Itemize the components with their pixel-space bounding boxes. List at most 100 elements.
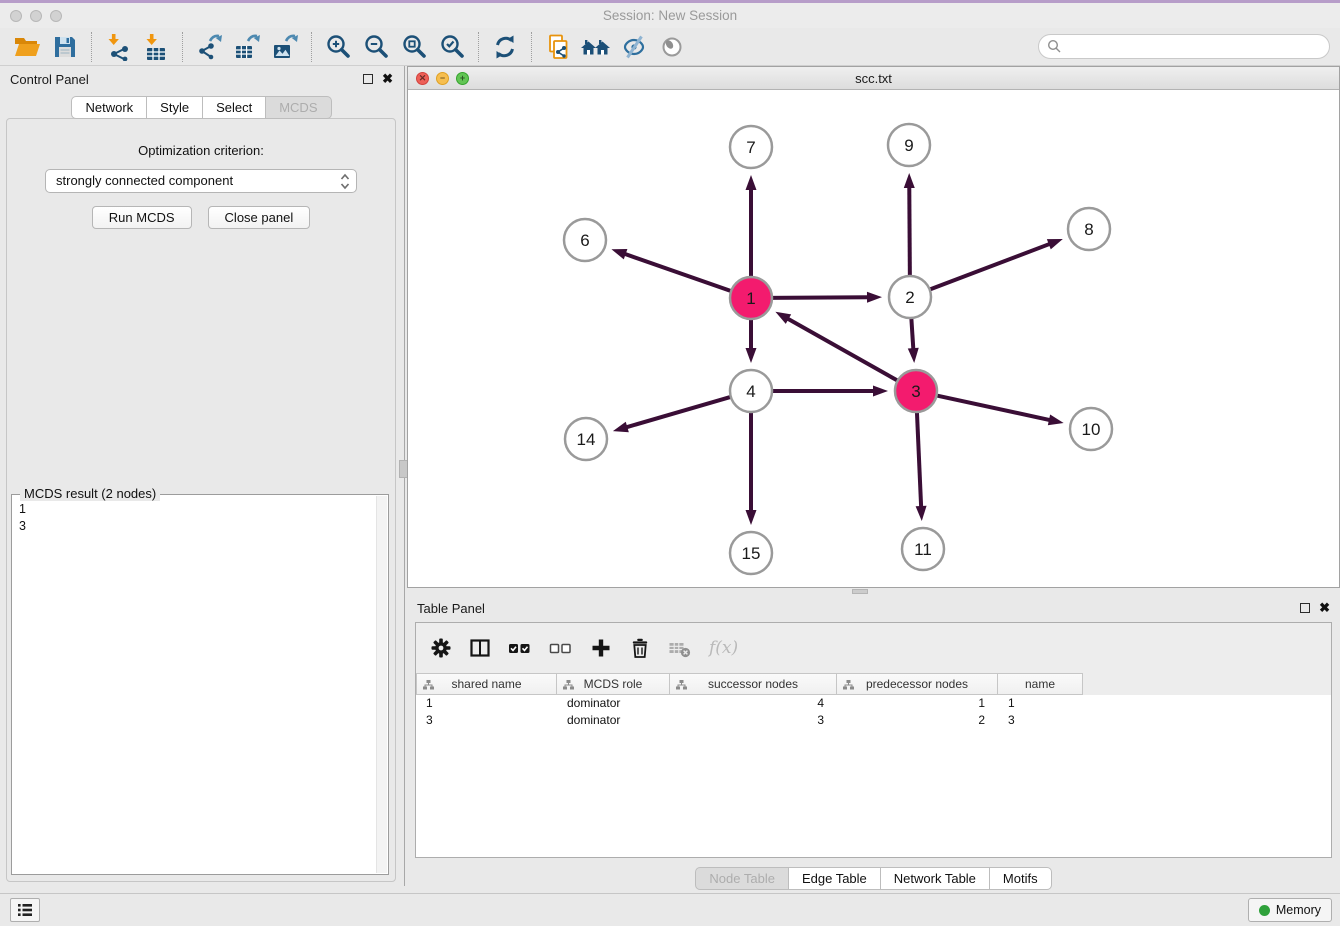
- node-table-header: shared nameMCDS rolesuccessor nodesprede…: [416, 673, 1331, 695]
- home-icon[interactable]: [580, 31, 612, 63]
- toggle-column-panel-icon[interactable]: [469, 637, 491, 659]
- network-view-window: ✕ − + scc.txt 7968124314101511: [407, 66, 1340, 588]
- graph-edge-3-10[interactable]: [935, 395, 1051, 420]
- search-field[interactable]: [1038, 34, 1330, 59]
- table-cell: 1: [837, 696, 998, 710]
- table-panel-header: Table Panel ✖: [407, 595, 1340, 621]
- tab-select[interactable]: Select: [203, 96, 266, 119]
- zoom-selected-icon[interactable]: [436, 31, 468, 63]
- duplicate-network-icon[interactable]: [542, 31, 574, 63]
- column-header-MCDS-role[interactable]: MCDS role: [557, 673, 670, 695]
- table-cell: 1: [416, 696, 557, 710]
- eye-disabled-icon[interactable]: [656, 31, 688, 63]
- table-cell: 2: [837, 713, 998, 727]
- graph-edge-4-14[interactable]: [625, 396, 732, 427]
- column-header-name[interactable]: name: [998, 673, 1083, 695]
- close-panel-icon[interactable]: ✖: [382, 74, 393, 84]
- result-scrollbar[interactable]: [376, 496, 387, 873]
- criterion-select[interactable]: strongly connected component: [45, 169, 357, 193]
- graph-edge-1-2[interactable]: [770, 297, 869, 298]
- mcds-tab-content: Optimization criterion: strongly connect…: [6, 118, 396, 882]
- graph-edge-arrowhead: [867, 292, 882, 303]
- graph-node-label: 14: [577, 430, 596, 449]
- graph-edge-3-11[interactable]: [917, 410, 921, 508]
- graph-edge-2-9[interactable]: [909, 186, 910, 278]
- run-mcds-button[interactable]: Run MCDS: [92, 206, 192, 229]
- graph-edge-arrowhead: [746, 510, 757, 525]
- import-network-icon[interactable]: [102, 31, 134, 63]
- tab-style[interactable]: Style: [147, 96, 203, 119]
- search-icon: [1047, 39, 1062, 54]
- tab-network-table[interactable]: Network Table: [881, 867, 990, 890]
- window-title: Session: New Session: [0, 8, 1340, 23]
- open-folder-icon[interactable]: [11, 31, 43, 63]
- result-line: 3: [19, 518, 374, 535]
- table-cell: dominator: [557, 696, 670, 710]
- graph-edge-arrowhead: [611, 249, 627, 259]
- graph-node-label: 9: [904, 136, 913, 155]
- control-panel-tabs: NetworkStyleSelectMCDS: [0, 96, 403, 119]
- toolbar-separator: [531, 32, 532, 62]
- deselect-all-checkboxes-icon[interactable]: [549, 637, 573, 659]
- result-line: 1: [19, 501, 374, 518]
- close-panel-button[interactable]: Close panel: [208, 206, 311, 229]
- column-header-successor-nodes[interactable]: successor nodes: [670, 673, 837, 695]
- tab-edge-table[interactable]: Edge Table: [789, 867, 881, 890]
- network-graph: 7968124314101511: [408, 90, 1339, 587]
- graph-edge-2-3[interactable]: [911, 316, 913, 350]
- tab-node-table[interactable]: Node Table: [695, 867, 789, 890]
- settings-gear-icon[interactable]: [430, 637, 452, 659]
- graph-node-label: 10: [1082, 420, 1101, 439]
- graph-edge-2-8[interactable]: [928, 244, 1051, 291]
- graph-edge-arrowhead: [775, 312, 791, 324]
- search-input[interactable]: [1067, 39, 1329, 54]
- zoom-fit-icon[interactable]: [398, 31, 430, 63]
- tab-motifs[interactable]: Motifs: [990, 867, 1052, 890]
- titlebar: Session: New Session: [0, 3, 1340, 28]
- table-row[interactable]: 3dominator323: [416, 712, 1331, 729]
- mcds-result-lines[interactable]: 13: [12, 497, 374, 874]
- memory-button[interactable]: Memory: [1248, 898, 1332, 922]
- network-canvas[interactable]: 7968124314101511: [408, 90, 1339, 587]
- main-toolbar: [0, 28, 1340, 66]
- graph-edge-arrowhead: [746, 175, 757, 190]
- select-all-checkboxes-icon[interactable]: [508, 637, 532, 659]
- network-window-titlebar[interactable]: ✕ − + scc.txt: [408, 67, 1339, 90]
- zoom-in-icon[interactable]: [322, 31, 354, 63]
- column-header-predecessor-nodes[interactable]: predecessor nodes: [837, 673, 998, 695]
- graph-edge-1-6[interactable]: [624, 254, 733, 292]
- show-panel-list-button[interactable]: [10, 898, 40, 922]
- toolbar-separator: [91, 32, 92, 62]
- graph-node-label: 8: [1084, 220, 1093, 239]
- table-panel-tabs: Node TableEdge TableNetwork TableMotifs: [407, 867, 1340, 890]
- float-table-panel-icon[interactable]: [1300, 603, 1310, 613]
- tab-mcds[interactable]: MCDS: [266, 96, 331, 119]
- graph-edge-arrowhead: [613, 422, 629, 433]
- table-row[interactable]: 1dominator411: [416, 695, 1331, 712]
- import-table-icon[interactable]: [140, 31, 172, 63]
- table-panel: Table Panel ✖: [407, 595, 1340, 886]
- tab-network[interactable]: Network: [71, 96, 147, 119]
- float-panel-icon[interactable]: [363, 74, 373, 84]
- export-network-icon[interactable]: [193, 31, 225, 63]
- toolbar-separator: [182, 32, 183, 62]
- save-session-icon[interactable]: [49, 31, 81, 63]
- graph-node-label: 15: [742, 544, 761, 563]
- vertical-splitter[interactable]: [403, 66, 406, 886]
- column-header-shared-name[interactable]: shared name: [416, 673, 557, 695]
- graph-edge-3-1[interactable]: [787, 318, 900, 382]
- delete-column-icon[interactable]: [629, 637, 651, 659]
- control-panel: Control Panel ✖ NetworkStyleSelectMCDS O…: [0, 66, 403, 886]
- graph-edge-arrowhead: [746, 348, 757, 363]
- apply-layout-icon[interactable]: [489, 31, 521, 63]
- zoom-out-icon[interactable]: [360, 31, 392, 63]
- export-table-icon[interactable]: [231, 31, 263, 63]
- close-table-panel-icon[interactable]: ✖: [1319, 603, 1330, 613]
- memory-status-dot: [1259, 905, 1270, 916]
- horizontal-splitter-grip[interactable]: [852, 589, 868, 594]
- function-builder-icon: f(x): [709, 638, 738, 658]
- add-column-icon[interactable]: [590, 637, 612, 659]
- show-hide-panels-icon[interactable]: [618, 31, 650, 63]
- node-table-container: f(x) shared nameMCDS rolesuccessor nodes…: [415, 622, 1332, 858]
- export-image-icon[interactable]: [269, 31, 301, 63]
